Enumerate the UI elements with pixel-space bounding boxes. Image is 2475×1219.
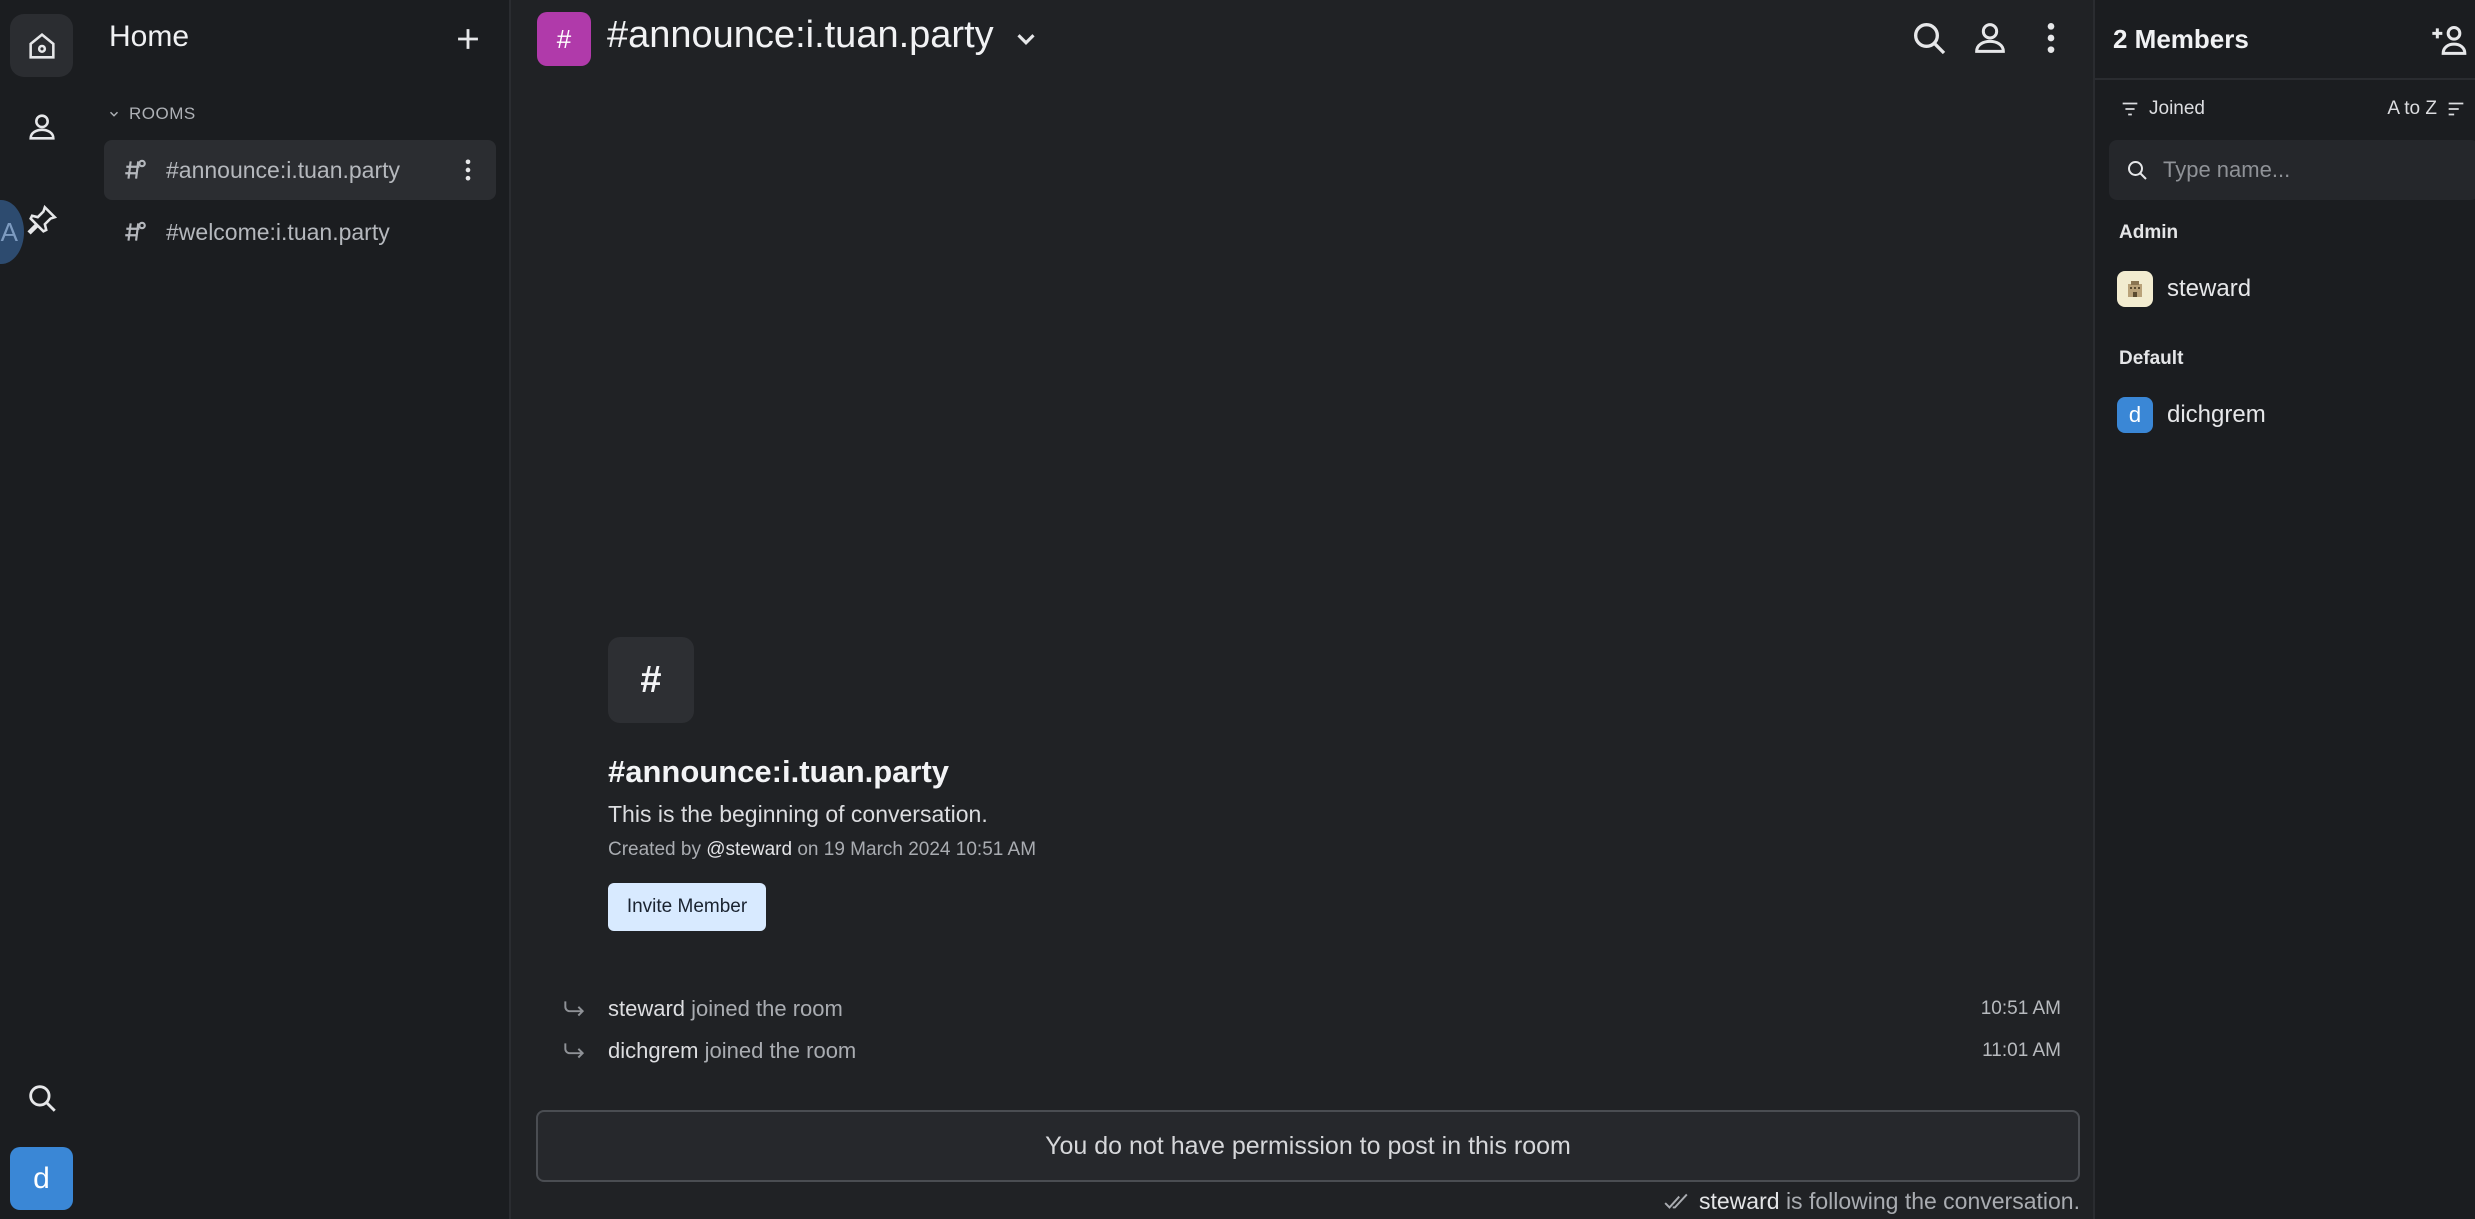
intro-room-avatar: # (608, 637, 694, 723)
members-panel: 2 Members Joined A to Z Admin (2093, 0, 2475, 1219)
event-user[interactable]: steward (608, 996, 685, 1021)
chevron-down-icon[interactable] (1011, 24, 1041, 54)
explore-pin-icon (26, 204, 57, 235)
creator-link[interactable]: @steward (706, 839, 792, 860)
membership-filter[interactable]: Joined (2119, 98, 2205, 120)
member-group-label: Admin (2119, 222, 2179, 243)
sort-icon (2448, 102, 2464, 116)
intro-subtitle: This is the beginning of conversation. (608, 801, 988, 827)
sort-selector[interactable]: A to Z (2387, 98, 2467, 120)
public-room-icon (125, 221, 146, 241)
event-time: 10:51 AM (1980, 998, 2061, 1019)
room-avatar[interactable]: # (537, 12, 591, 66)
chevron-down-icon (109, 111, 119, 117)
direct-messages-button[interactable] (10, 95, 73, 158)
room-title[interactable]: #announce:i.tuan.party (607, 14, 994, 57)
members-header: 2 Members (2095, 0, 2475, 80)
more-options-icon[interactable] (2031, 18, 2071, 58)
member-name: steward (2167, 275, 2252, 302)
explore-button[interactable] (10, 188, 73, 251)
filter-icon (2122, 102, 2138, 116)
room-item-welcome[interactable]: #welcome:i.tuan.party (104, 202, 496, 262)
more-options-icon[interactable] (454, 156, 482, 184)
public-room-icon (125, 159, 146, 179)
member-group-label: Default (2119, 348, 2184, 369)
user-avatar[interactable]: d (10, 1147, 73, 1210)
rooms-section-header[interactable]: ROOMS (107, 104, 196, 124)
join-arrow-icon (564, 1043, 585, 1059)
members-title: 2 Members (2113, 24, 2249, 54)
intro-meta: Created by @steward on 19 March 2024 10:… (608, 839, 1037, 860)
app-window: A d Home ROOMS #announce:i.tuan.party #w… (0, 0, 2475, 1219)
invite-member-button[interactable]: Invite Member (608, 883, 766, 931)
room-item-announce[interactable]: #announce:i.tuan.party (104, 140, 496, 200)
person-icon (28, 113, 55, 140)
add-member-icon[interactable] (2429, 20, 2469, 60)
event-time: 11:01 AM (1982, 1040, 2061, 1061)
search-button[interactable] (10, 1066, 73, 1129)
search-icon[interactable] (1909, 18, 1949, 58)
icon-rail: A d (0, 0, 83, 1219)
room-name: #welcome:i.tuan.party (166, 218, 390, 245)
member-search[interactable] (2109, 140, 2475, 200)
home-button[interactable] (10, 14, 73, 77)
search-icon (28, 1084, 56, 1112)
search-icon (2128, 161, 2147, 180)
room-name: #announce:i.tuan.party (166, 156, 401, 183)
composer-permission-notice: You do not have permission to post in th… (536, 1110, 2080, 1182)
join-arrow-icon (564, 1001, 585, 1017)
member-row[interactable]: steward (2117, 269, 2251, 309)
members-icon[interactable] (1970, 18, 2010, 58)
building-icon (2128, 281, 2142, 297)
intro-title: #announce:i.tuan.party (608, 754, 950, 789)
avatar (2117, 271, 2153, 307)
avatar: d (2117, 397, 2153, 433)
plus-icon[interactable] (451, 22, 485, 56)
event-user[interactable]: dichgrem (608, 1038, 698, 1063)
member-row[interactable]: d dichgrem (2117, 395, 2266, 435)
member-search-input[interactable] (2163, 157, 2463, 183)
room-sidebar: Home ROOMS #announce:i.tuan.party #welco… (83, 0, 511, 1219)
following-indicator: steward is following the conversation. (1663, 1188, 2080, 1215)
double-check-icon (1664, 1193, 1688, 1209)
room-view: # #announce:i.tuan.party # #announce:i.t… (511, 0, 2093, 1219)
timeline-event: steward joined the room 10:51 AM (551, 992, 2071, 1028)
timeline-event: dichgrem joined the room 11:01 AM (551, 1034, 2071, 1070)
member-name: dichgrem (2167, 401, 2266, 428)
sidebar-title: Home (109, 20, 190, 53)
home-icon (28, 32, 55, 59)
